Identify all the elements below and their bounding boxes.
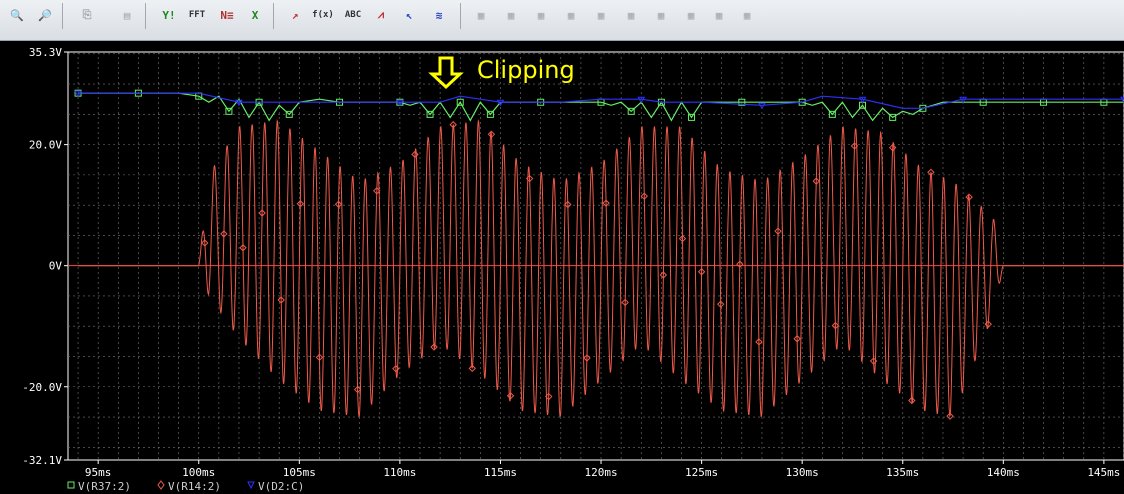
x-axis-settings-icon[interactable]: X [244, 4, 266, 26]
y-tick-label: -20.0V [22, 381, 62, 394]
cursor-pointer-icon[interactable]: ↖ [398, 4, 420, 26]
zoom-in-icon[interactable]: 🔍 [6, 4, 28, 26]
x-tick-label: 120ms [584, 466, 617, 479]
toolbar-separator [145, 3, 146, 29]
trace-legend: V(R37:2) V(R14:2) V(D2:C) [67, 480, 304, 493]
performance-analysis-icon[interactable]: N≡ [216, 4, 238, 26]
eval-goal-function-icon[interactable]: f(x) [312, 4, 334, 26]
add-trace-icon[interactable]: ↗ [284, 4, 306, 26]
x-axis: 95ms 100ms 105ms 110ms 115ms 120ms 125ms 130ms 1… [85, 460, 1120, 479]
legend-label: V(R37:2) [78, 480, 131, 493]
x-tick-label: 145ms [1087, 466, 1120, 479]
fft-icon[interactable]: FFT [186, 4, 208, 26]
y-tick-label: 20.0V [29, 139, 62, 152]
x-tick-label: 95ms [85, 466, 112, 479]
x-tick-label: 115ms [484, 466, 517, 479]
cursor-peak-icon[interactable]: ▦ [470, 4, 492, 26]
x-tick-label: 110ms [383, 466, 416, 479]
text-label-icon[interactable]: ABC [342, 4, 364, 26]
toggle-cursor-icon[interactable]: ≋ [428, 4, 450, 26]
x-tick-label: 100ms [182, 466, 215, 479]
toolbar-separator [62, 3, 63, 29]
zoom-area-icon[interactable]: 🔎 [34, 4, 56, 26]
x-tick-label: 125ms [685, 466, 718, 479]
y-axis-icon[interactable]: Y! [158, 4, 180, 26]
cursor-trough-icon[interactable]: ▦ [500, 4, 522, 26]
document-icon[interactable]: ▤ [116, 4, 138, 26]
toolbar-separator [460, 3, 461, 29]
legend-square-icon [67, 481, 75, 489]
legend-label: V(R14:2) [168, 480, 221, 493]
legend-diamond-icon [157, 480, 165, 490]
legend-label: V(D2:C) [258, 480, 304, 493]
y-tick-label: 0V [49, 260, 63, 273]
plot-toolbar: 🔍 🔎 ⎘ ▤ Y! FFT N≡ X ↗ f(x) ABC ⩘ ↖ ≋ ▦ ▦ ▦ ▦ ▦ ▦ ▦ ▦ ▦ ▦ [0, 0, 1124, 41]
cursor-search-icon[interactable]: ▦ [650, 4, 672, 26]
previous-transition-icon[interactable]: ▦ [708, 4, 730, 26]
clipping-label: Clipping [477, 56, 575, 84]
waveform-plot: 35.3V 20.0V 0V -20.0V -32.1V 95ms 100ms 105ms 1… [22, 46, 1124, 493]
cursor-slope-icon[interactable]: ▦ [530, 4, 552, 26]
y-tick-label: -32.1V [22, 454, 62, 467]
x-tick-label: 135ms [886, 466, 919, 479]
cursor-point-icon[interactable]: ▦ [620, 4, 642, 26]
legend-triangle-icon [247, 481, 255, 490]
marker-plot-icon[interactable]: ⩘ [370, 4, 392, 26]
y-tick-label: 35.3V [29, 46, 62, 59]
x-tick-label: 140ms [987, 466, 1020, 479]
toolbar-separator [273, 3, 274, 29]
cursor-max-icon[interactable]: ▦ [590, 4, 612, 26]
cursor-min-icon[interactable]: ▦ [560, 4, 582, 26]
mark-label-icon[interactable]: ▦ [736, 4, 758, 26]
y-axis: 35.3V 20.0V 0V -20.0V -32.1V [22, 46, 68, 467]
copy-plot-icon[interactable]: ⎘ [76, 4, 98, 26]
x-tick-label: 130ms [786, 466, 819, 479]
next-transition-icon[interactable]: ▦ [680, 4, 702, 26]
x-tick-label: 105ms [283, 466, 316, 479]
